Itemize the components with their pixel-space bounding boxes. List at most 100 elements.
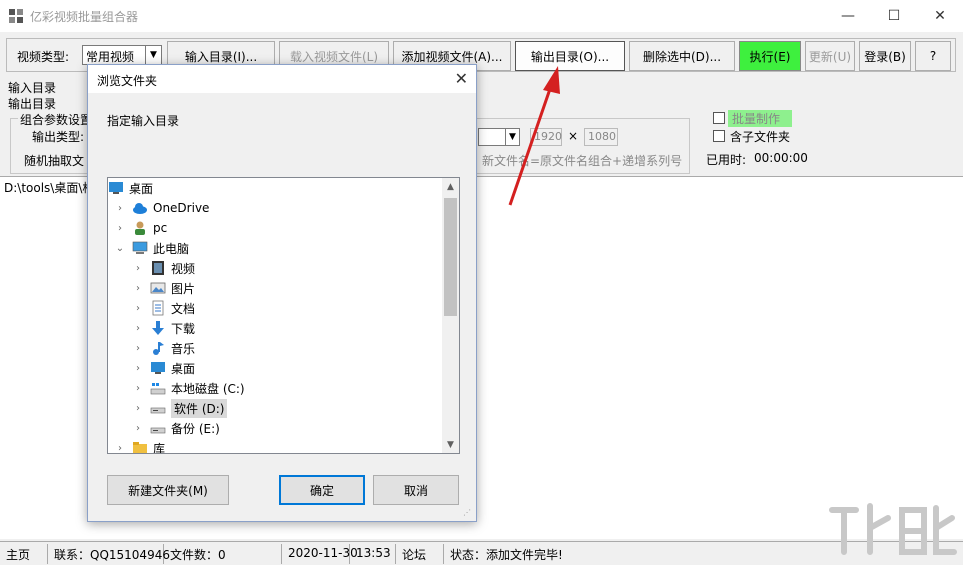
- close-icon[interactable]: ✕: [455, 69, 468, 88]
- scroll-up-icon[interactable]: ▲: [442, 178, 459, 195]
- chevron-down-icon[interactable]: ⌄: [114, 243, 126, 254]
- tree-item-label: 音乐: [171, 341, 196, 356]
- tree-item-drive-c[interactable]: › 本地磁盘 (C:): [132, 378, 245, 398]
- tree-item-pc-user[interactable]: › pc: [114, 218, 167, 238]
- output-type-label: 输出类型:: [32, 130, 85, 144]
- execute-button[interactable]: 执行(E): [739, 41, 801, 71]
- tree-item-label: OneDrive: [153, 201, 210, 215]
- status-contact: 联系：QQ15104946: [50, 544, 170, 564]
- tree-item-label: 桌面: [171, 361, 196, 376]
- tree-item-videos[interactable]: › 视频: [132, 258, 195, 278]
- chevron-right-icon[interactable]: ›: [132, 263, 144, 274]
- cloud-icon: [133, 203, 147, 214]
- tree-item-downloads[interactable]: › 下载: [132, 318, 195, 338]
- tree-item-label: 视频: [171, 261, 196, 276]
- status-forum-link[interactable]: 论坛: [398, 544, 444, 564]
- video-type-value: 常用视频: [86, 50, 135, 64]
- music-icon: [153, 342, 164, 355]
- tree-item-label: 图片: [171, 281, 196, 296]
- tree-item-onedrive[interactable]: › OneDrive: [114, 198, 209, 218]
- picture-icon: [150, 282, 166, 294]
- width-field[interactable]: 1920: [530, 128, 562, 146]
- output-dir-button[interactable]: 输出目录(O)...: [515, 41, 625, 71]
- scroll-down-icon[interactable]: ▼: [442, 436, 459, 453]
- height-field[interactable]: 1080: [584, 128, 618, 146]
- tree-item-this-pc[interactable]: ⌄ 此电脑: [114, 238, 189, 258]
- chevron-right-icon[interactable]: ›: [132, 283, 144, 294]
- chevron-right-icon[interactable]: ›: [132, 383, 144, 394]
- tree-item-label: 文档: [171, 301, 196, 316]
- tree-item-drive-d[interactable]: › 软件 (D:): [132, 398, 228, 418]
- chevron-right-icon[interactable]: ›: [132, 423, 144, 434]
- scroll-thumb[interactable]: [444, 198, 457, 316]
- desktop-icon: [109, 182, 123, 194]
- maximize-button[interactable]: ☐: [871, 0, 917, 32]
- status-date: 2020-11-30: [284, 544, 358, 564]
- login-button[interactable]: 登录(B): [859, 41, 911, 71]
- tree-item-pictures[interactable]: › 图片: [132, 278, 195, 298]
- naming-hint: 新文件名=原文件名组合+递增系列号: [482, 154, 683, 168]
- library-icon: [133, 442, 147, 453]
- chevron-right-icon[interactable]: ›: [132, 303, 144, 314]
- elapsed-label: 已用时:: [706, 153, 747, 167]
- user-icon: [135, 221, 145, 235]
- tree-scrollbar[interactable]: ▲ ▼: [442, 178, 459, 453]
- download-icon: [152, 321, 164, 335]
- cancel-button[interactable]: 取消: [373, 475, 459, 505]
- tree-item-label: 软件 (D:): [171, 398, 228, 418]
- tree-item-library[interactable]: › 库: [114, 438, 166, 454]
- status-file-count: 文件数：0: [166, 544, 282, 564]
- list-item[interactable]: D:\tools\桌面\格: [4, 179, 94, 196]
- status-home-link[interactable]: 主页: [2, 544, 48, 564]
- delete-selected-button[interactable]: 删除选中(D)...: [629, 41, 735, 71]
- chevron-right-icon[interactable]: ›: [114, 443, 126, 454]
- tree-item-label: 下载: [171, 321, 196, 336]
- subfolder-checkbox[interactable]: [713, 130, 725, 142]
- tree-item-label: 桌面: [129, 181, 154, 196]
- update-button[interactable]: 更新(U): [805, 41, 855, 71]
- tree-item-documents[interactable]: › 文档: [132, 298, 195, 318]
- tree-item-music[interactable]: › 音乐: [132, 338, 195, 358]
- chevron-right-icon[interactable]: ›: [132, 343, 144, 354]
- close-button[interactable]: ✕: [917, 0, 963, 32]
- batch-label: 批量制作: [728, 110, 792, 127]
- status-bar: 主页 联系：QQ15104946 文件数：0 2020-11-30 13:53 …: [0, 541, 963, 565]
- status-time: 13:53: [352, 544, 396, 564]
- new-folder-button[interactable]: 新建文件夹(M): [107, 475, 229, 505]
- tree-item-desktop[interactable]: › 桌面: [132, 358, 195, 378]
- help-button[interactable]: ?: [915, 41, 951, 71]
- computer-icon: [132, 241, 148, 254]
- watermark-logo-icon: [829, 503, 957, 555]
- desktop-icon: [151, 362, 165, 374]
- tree-item-drive-e[interactable]: › 备份 (E:): [132, 418, 220, 438]
- app-icon: [9, 9, 23, 23]
- minimize-button[interactable]: —: [825, 0, 871, 32]
- status-state: 状态：添加文件完毕!: [450, 548, 563, 562]
- chevron-right-icon[interactable]: ›: [114, 203, 126, 214]
- tree-item-label: 本地磁盘 (C:): [171, 381, 245, 396]
- output-dir-label: 输出目录: [8, 97, 57, 111]
- batch-checkbox[interactable]: [713, 112, 725, 124]
- input-dir-label: 输入目录: [8, 81, 57, 95]
- video-type-select[interactable]: 常用视频 ▼: [82, 45, 162, 65]
- ok-button[interactable]: 确定: [279, 475, 365, 505]
- chevron-right-icon[interactable]: ›: [114, 223, 126, 234]
- chevron-down-icon: ▼: [505, 129, 519, 145]
- folder-tree[interactable]: 桌面 › OneDrive › pc ⌄ 此电脑 › 视频 › 图片 › 文档 …: [107, 177, 460, 454]
- chevron-right-icon[interactable]: ›: [132, 323, 144, 334]
- tree-item-label: 库: [153, 441, 166, 454]
- video-type-label: 视频类型:: [17, 50, 70, 64]
- chevron-right-icon[interactable]: ›: [132, 403, 144, 414]
- title-bar: 亿彩视频批量组合器 — ☐ ✕: [0, 0, 963, 32]
- tree-item-desktop-root[interactable]: 桌面: [108, 178, 153, 198]
- tree-item-label: pc: [153, 221, 168, 235]
- random-extract-label: 随机抽取文: [24, 154, 85, 168]
- group-label: 组合参数设置: [18, 111, 95, 128]
- output-type-select[interactable]: ▼: [478, 128, 520, 146]
- tree-item-label: 此电脑: [153, 241, 190, 256]
- resize-grip-icon[interactable]: ⋰: [463, 508, 473, 518]
- subfolder-label: 含子文件夹: [730, 130, 791, 144]
- document-icon: [152, 300, 164, 316]
- tree-item-label: 备份 (E:): [171, 421, 220, 436]
- chevron-right-icon[interactable]: ›: [132, 363, 144, 374]
